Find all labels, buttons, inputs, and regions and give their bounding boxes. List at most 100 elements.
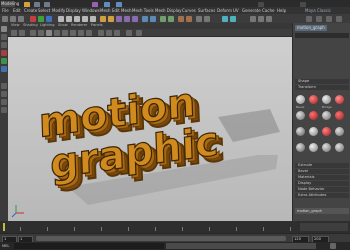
bevel-icon[interactable] <box>100 15 106 22</box>
attribute-search-field[interactable] <box>295 33 349 38</box>
panel-menu-renderer[interactable]: Renderer <box>71 23 87 28</box>
menu-file[interactable]: File <box>2 8 9 13</box>
bookmark-icon[interactable] <box>19 29 25 36</box>
type-icon[interactable] <box>186 15 192 22</box>
bevel-shelf-icon[interactable] <box>296 95 305 104</box>
section-transform[interactable]: Transform <box>295 85 349 90</box>
snap-grid-icon[interactable] <box>250 15 256 22</box>
exposure-icon[interactable] <box>136 29 142 36</box>
grid-toggle-icon[interactable] <box>30 29 36 36</box>
collapse-shelf-icon[interactable] <box>335 127 344 136</box>
outliner-layout-icon[interactable] <box>1 107 7 113</box>
shadows-icon[interactable] <box>70 29 76 36</box>
lasso-tool-icon[interactable] <box>10 15 16 22</box>
xray-joints-icon[interactable] <box>114 29 120 36</box>
isolate-select-icon[interactable] <box>98 29 104 36</box>
combine-icon[interactable] <box>124 15 130 22</box>
history-icon[interactable] <box>160 15 166 22</box>
loop-shelf-icon[interactable] <box>296 127 305 136</box>
menu-create[interactable]: Create <box>24 8 37 13</box>
panel-menu-view[interactable]: View <box>11 23 20 28</box>
wireframe-icon[interactable] <box>38 29 44 36</box>
panel-menu-shading[interactable]: Shading <box>23 23 38 28</box>
lights-icon[interactable] <box>62 29 68 36</box>
command-input[interactable] <box>14 243 164 249</box>
select-arrow-icon[interactable] <box>1 26 7 32</box>
render-icon[interactable] <box>222 15 228 22</box>
panel-menu-lighting[interactable]: Lighting <box>40 23 55 28</box>
tool-settings-toggle[interactable] <box>326 15 332 22</box>
rotate-tool-icon[interactable] <box>38 15 44 22</box>
modeling-toolkit-toggle[interactable] <box>306 15 312 22</box>
select-tool-icon[interactable] <box>2 15 8 22</box>
menu-select[interactable]: Select <box>38 8 50 13</box>
section-extrude[interactable]: Extrude <box>295 163 349 168</box>
section-display[interactable]: Display <box>295 181 349 186</box>
paint-select-icon[interactable] <box>18 15 24 22</box>
separate-icon[interactable] <box>132 15 138 22</box>
smooth-icon[interactable] <box>142 15 148 22</box>
rotate-icon[interactable] <box>1 58 7 64</box>
menu-display[interactable]: Display <box>66 8 81 13</box>
cylinder-icon[interactable] <box>74 15 80 22</box>
attribute-editor-toggle[interactable] <box>316 15 322 22</box>
selected-node-field[interactable]: motion_graph <box>295 208 349 214</box>
perspective-viewport[interactable]: motion motion motion graphic graphic gra… <box>8 37 292 221</box>
snap-curve-icon[interactable] <box>258 15 264 22</box>
menu-edit[interactable]: Edit <box>13 8 21 13</box>
textured-icon[interactable] <box>54 29 60 36</box>
channel-box-toggle[interactable] <box>336 15 342 22</box>
snap-point-icon[interactable] <box>266 15 272 22</box>
time-slider[interactable] <box>0 221 350 233</box>
menu-surfaces[interactable]: Surfaces <box>198 8 215 13</box>
menu-help[interactable]: Help <box>277 8 286 13</box>
chamfer-shelf-icon[interactable] <box>335 143 344 152</box>
gamma-icon[interactable] <box>126 29 132 36</box>
fill-shelf-icon[interactable] <box>296 111 305 120</box>
smooth-shade-icon[interactable] <box>46 29 52 36</box>
menu-uv[interactable]: UV <box>233 8 239 13</box>
menu-curves[interactable]: Curves <box>182 8 196 13</box>
extrude-shelf-icon[interactable] <box>309 95 318 104</box>
menu-mesh[interactable]: Mesh <box>100 8 111 13</box>
move-tool-icon[interactable] <box>30 15 36 22</box>
script-editor-icon[interactable] <box>330 243 336 249</box>
plane-icon[interactable] <box>90 15 96 22</box>
sphere-icon[interactable] <box>58 15 64 22</box>
scale-tool-icon[interactable] <box>46 15 52 22</box>
center-pivot-icon[interactable] <box>168 15 174 22</box>
scale-icon[interactable] <box>1 66 7 72</box>
split-shelf-icon[interactable] <box>309 111 318 120</box>
range-slider-bar[interactable] <box>36 236 286 241</box>
panel-menu-panels[interactable]: Panels <box>91 23 103 28</box>
connect-shelf-icon[interactable] <box>322 127 331 136</box>
menu-modify[interactable]: Modify <box>52 8 65 13</box>
section-bevel[interactable]: Bevel <box>295 169 349 174</box>
ipr-render-icon[interactable] <box>230 15 236 22</box>
command-language-label[interactable]: MEL <box>2 243 9 249</box>
single-layout-icon[interactable] <box>1 83 7 89</box>
anti-aliasing-icon[interactable] <box>86 29 92 36</box>
panel-menu-show[interactable]: Show <box>58 23 68 28</box>
attribute-tab[interactable]: motion_graph <box>295 25 327 31</box>
menu-deform[interactable]: Deform <box>217 8 232 13</box>
cube-icon[interactable] <box>66 15 72 22</box>
target-weld-shelf-icon[interactable] <box>296 143 305 152</box>
section-shape[interactable]: Shape <box>295 79 349 84</box>
merge-shelf-icon[interactable] <box>335 95 344 104</box>
menu-mesh-tools[interactable]: Mesh Tools <box>132 8 154 13</box>
menu-mesh-display[interactable]: Mesh Display <box>155 8 182 13</box>
xray-icon[interactable] <box>106 29 112 36</box>
playback-controls[interactable] <box>300 223 348 231</box>
menu-windows[interactable]: Windows <box>82 8 100 13</box>
bridge-shelf-icon[interactable] <box>322 95 331 104</box>
camera-select-icon[interactable] <box>11 29 17 36</box>
ambient-occlusion-icon[interactable] <box>78 29 84 36</box>
camera-icon[interactable] <box>196 15 202 22</box>
section-extra-attributes[interactable]: Extra Attributes <box>295 193 349 198</box>
menu-edit-mesh[interactable]: Edit Mesh <box>112 8 132 13</box>
section-node-behavior[interactable]: Node Behavior <box>295 187 349 192</box>
mode-menu[interactable]: Modeling <box>1 0 19 7</box>
ring-shelf-icon[interactable] <box>309 127 318 136</box>
mirror-icon[interactable] <box>150 15 156 22</box>
